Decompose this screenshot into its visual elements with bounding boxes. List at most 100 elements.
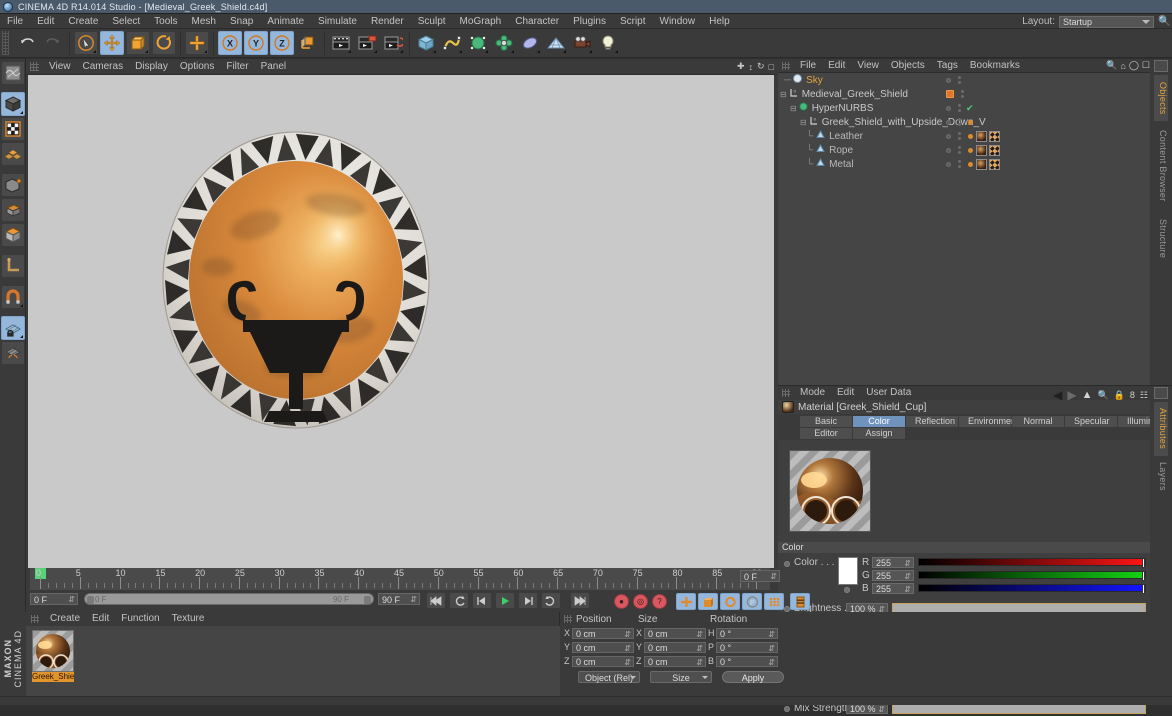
move-view-icon[interactable]: ✚ [737, 61, 745, 72]
color-enable-radio[interactable] [784, 561, 790, 567]
spline-icon[interactable] [440, 31, 464, 55]
b-slider[interactable] [918, 584, 1146, 594]
material-tag-icon[interactable] [976, 144, 987, 156]
channel-value-r[interactable]: 255 ⇵ [872, 557, 914, 568]
render-dots[interactable] [958, 118, 961, 126]
redo-icon[interactable] [41, 31, 65, 55]
size-y-field[interactable]: 0 cm ⇵ [644, 642, 706, 653]
menu-item-window[interactable]: Window [653, 14, 703, 29]
menu-item-file[interactable]: File [0, 14, 30, 29]
visibility-dot[interactable] [946, 161, 951, 167]
array-icon[interactable] [492, 31, 516, 55]
table-row[interactable]: └ Rope [778, 143, 1150, 157]
spinner-icon[interactable]: ⇵ [768, 643, 775, 654]
apply-button[interactable]: Apply [722, 671, 784, 683]
tab-environment[interactable]: Environment [959, 416, 1019, 427]
next-key-icon[interactable] [541, 592, 561, 609]
table-row[interactable]: └ Metal [778, 157, 1150, 171]
grid-icon[interactable]: ☷ [1140, 390, 1148, 401]
render-view-icon[interactable] [329, 31, 353, 55]
spinner-icon[interactable]: ⇵ [904, 584, 911, 595]
coordinates-grip[interactable] [564, 615, 572, 623]
move-icon[interactable] [100, 31, 124, 55]
menu-item-create[interactable]: Create [61, 14, 105, 29]
expand-toggle[interactable]: ⊟ [780, 90, 787, 99]
visibility-dot[interactable] [946, 133, 951, 139]
z-axis-icon[interactable]: Z [270, 31, 294, 55]
om-menu-objects[interactable]: Objects [885, 59, 931, 73]
tab-basic[interactable]: Basic [800, 416, 852, 427]
maximize-view-icon[interactable]: □ [769, 62, 774, 72]
tab-editor[interactable]: Editor [800, 428, 852, 439]
table-row[interactable]: ⊟ 0 Medieval_Greek_Shield [778, 87, 1150, 101]
viewport-3d[interactable] [28, 75, 774, 605]
sidebar-item-content-browser[interactable]: Content Browser [1154, 123, 1168, 209]
viewport-menu-cameras[interactable]: Cameras [77, 59, 130, 75]
spinner-icon[interactable]: ⇵ [696, 629, 703, 640]
viewport-menu-options[interactable]: Options [174, 59, 220, 75]
visibility-dot[interactable] [946, 119, 951, 125]
viewport-grip[interactable] [30, 62, 39, 71]
tab-reflection[interactable]: Reflection [906, 416, 958, 427]
search-icon[interactable]: 🔍 [1097, 390, 1108, 401]
search-icon[interactable]: 🔍 [1158, 16, 1170, 28]
spinner-icon[interactable]: ⇵ [624, 643, 631, 654]
search-icon[interactable]: 🔍 [1106, 60, 1117, 71]
layout-dropdown[interactable]: Startup [1059, 15, 1154, 28]
sidebar-item-layers[interactable]: Layers [1154, 458, 1168, 494]
channel-value-b[interactable]: 255 ⇵ [872, 583, 914, 594]
uv-tag-icon[interactable] [989, 130, 1000, 142]
texture-axis-icon[interactable] [1, 61, 25, 85]
menu-item-snap[interactable]: Snap [223, 14, 260, 29]
menu-item-mograph[interactable]: MoGraph [453, 14, 509, 29]
mix-strength-enable-radio[interactable] [784, 706, 790, 712]
om-menu-view[interactable]: View [851, 59, 885, 73]
uv-tag-icon[interactable] [989, 144, 1000, 156]
sidebar-item-structure[interactable]: Structure [1154, 211, 1168, 267]
viewport-menu-display[interactable]: Display [129, 59, 174, 75]
coordinate-mode-dropdown[interactable]: Object (Rel) [578, 671, 640, 683]
viewport-menu-filter[interactable]: Filter [220, 59, 254, 75]
object-manager-grip[interactable] [782, 61, 790, 70]
world-coordinate-icon[interactable] [296, 31, 320, 55]
8-icon[interactable]: 8 [1130, 390, 1135, 400]
material-manager-grip[interactable] [31, 615, 39, 623]
spinner-icon[interactable]: ⇵ [410, 594, 417, 606]
menu-item-animate[interactable]: Animate [260, 14, 311, 29]
previous-key-icon[interactable] [449, 592, 469, 609]
menu-item-sculpt[interactable]: Sculpt [411, 14, 453, 29]
menu-item-simulate[interactable]: Simulate [311, 14, 364, 29]
material-tag-icon[interactable] [976, 130, 987, 142]
texture-mode-icon[interactable] [1, 117, 25, 141]
camera-icon[interactable] [570, 31, 594, 55]
visibility-dot[interactable] [946, 90, 954, 98]
render-settings-icon[interactable] [381, 31, 405, 55]
magnet-icon[interactable] [1, 285, 25, 309]
nurbs-icon[interactable] [466, 31, 490, 55]
visibility-dot[interactable] [946, 105, 951, 111]
spinner-icon[interactable]: ⇵ [770, 571, 777, 583]
om-menu-edit[interactable]: Edit [822, 59, 851, 73]
rotation-h-field[interactable]: 0 ° ⇵ [716, 628, 778, 639]
plus-icon[interactable] [185, 31, 209, 55]
menu-item-mesh[interactable]: Mesh [185, 14, 223, 29]
rotate-icon[interactable] [152, 31, 176, 55]
uv-tag-icon[interactable] [989, 158, 1000, 170]
material-thumbnail[interactable] [32, 630, 74, 672]
render-region-icon[interactable] [355, 31, 379, 55]
menu-item-render[interactable]: Render [364, 14, 411, 29]
new-icon[interactable]: ☐ [1142, 60, 1150, 71]
points-mode-icon[interactable] [1, 142, 25, 166]
spinner-icon[interactable]: ⇵ [904, 571, 911, 582]
object-axis-icon[interactable] [1, 223, 25, 247]
viewport-menu-view[interactable]: View [43, 59, 77, 75]
om-menu-tags[interactable]: Tags [931, 59, 964, 73]
key-parameter-icon[interactable]: P [742, 593, 762, 610]
lock-icon[interactable]: 🔒 [1114, 390, 1125, 401]
goto-end-icon[interactable] [570, 592, 590, 609]
g-slider[interactable] [918, 571, 1146, 581]
toolbar-grip[interactable] [2, 31, 9, 55]
size-z-field[interactable]: 0 cm ⇵ [644, 656, 706, 667]
spinner-icon[interactable]: ⇵ [68, 594, 75, 606]
menu-item-script[interactable]: Script [613, 14, 653, 29]
